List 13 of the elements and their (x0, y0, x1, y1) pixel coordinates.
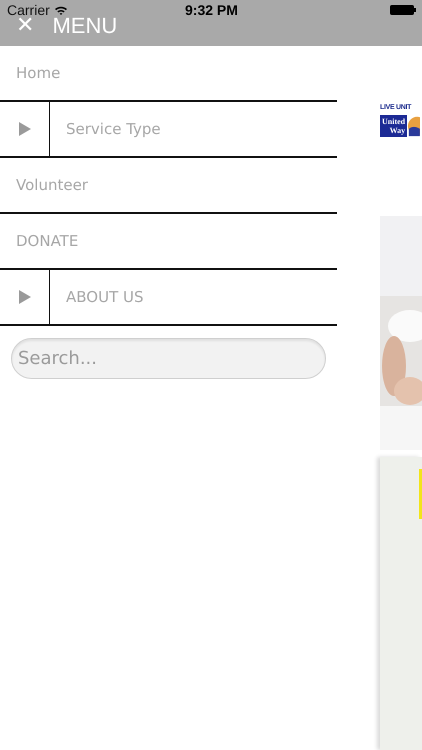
clock-label: 9:32 PM (185, 2, 238, 18)
menu-item[interactable]: Home (0, 64, 60, 82)
menu-item[interactable]: DONATE (0, 232, 78, 250)
menu-item[interactable]: Volunteer (0, 176, 88, 194)
menu-title: MENU (52, 12, 118, 40)
triangle-icon (18, 121, 32, 137)
battery-icon (390, 5, 416, 15)
search-field[interactable]: Search... (11, 338, 326, 379)
wifi-icon (54, 4, 68, 16)
triangle-icon (18, 289, 32, 305)
menu-item[interactable]: Service Type (50, 120, 161, 138)
carrier-label: Carrier (7, 2, 50, 18)
menu-item[interactable]: ABOUT US (50, 288, 144, 306)
